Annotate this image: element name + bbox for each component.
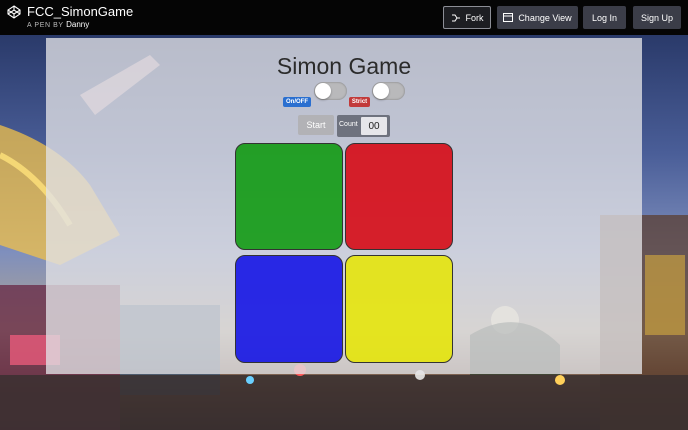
blue-pad[interactable] [235,255,343,363]
login-button[interactable]: Log In [583,6,626,29]
fork-icon [451,14,460,21]
signup-button[interactable]: Sign Up [633,6,681,29]
count-value: 00 [361,117,387,135]
author-link[interactable]: Danny [66,20,89,29]
pen-byline: A PEN BY Danny [27,20,89,29]
layout-icon [503,13,514,22]
codepen-logo-icon[interactable] [7,5,21,19]
red-pad[interactable] [345,143,453,250]
strict-toggle[interactable] [372,82,405,100]
game-title: Simon Game [276,53,412,79]
codepen-header: FCC_SimonGame A PEN BY Danny Fork Change… [0,0,688,35]
fork-button[interactable]: Fork [443,6,491,29]
change-view-label: Change View [518,12,572,23]
count-label: Count [339,121,358,128]
fork-label: Fork [465,12,484,23]
strict-toggle-knob [373,83,389,99]
change-view-button[interactable]: Change View [497,6,578,29]
start-button[interactable]: Start [298,115,334,135]
green-pad[interactable] [235,143,343,250]
power-toggle[interactable] [314,82,347,100]
byline-prefix: A PEN BY [27,22,64,29]
strict-label: Strict [349,97,370,107]
yellow-pad[interactable] [345,255,453,363]
pen-title[interactable]: FCC_SimonGame [27,4,133,19]
count-display: Count 00 [337,115,390,137]
power-toggle-knob [315,83,331,99]
power-label: On/OFF [283,97,311,107]
